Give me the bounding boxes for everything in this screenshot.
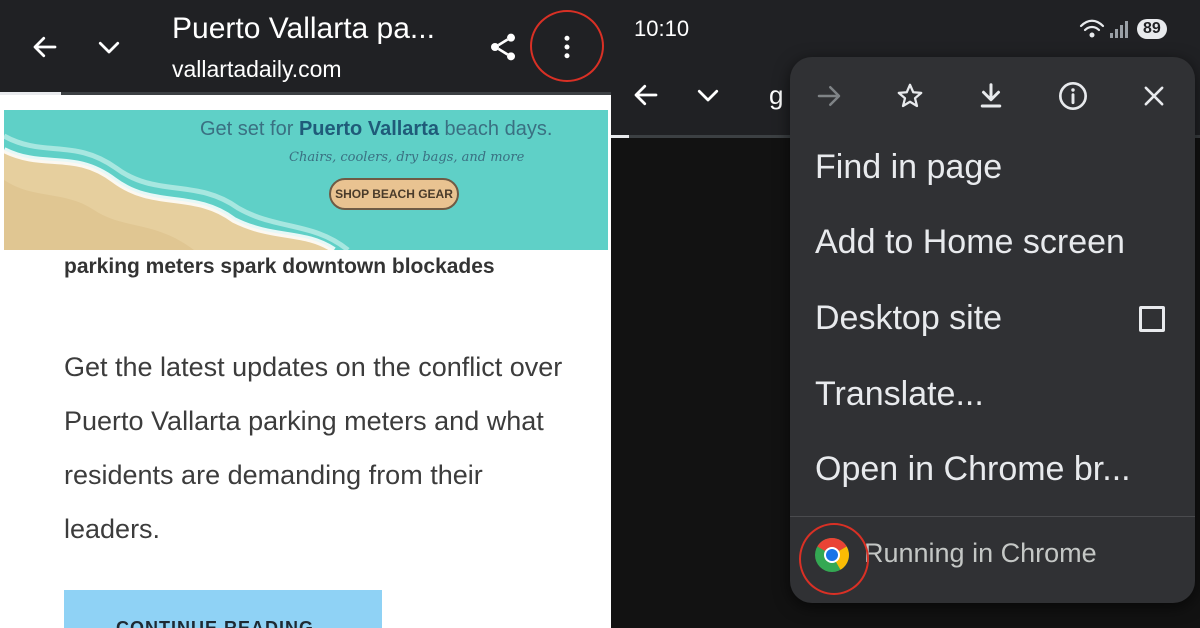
chevron-down-icon	[697, 89, 719, 102]
back-arrow-icon	[634, 84, 658, 106]
menu-item-open-in-chrome[interactable]: Open in Chrome br...	[790, 436, 1195, 510]
download-icon	[980, 83, 1002, 108]
menu-item-translate[interactable]: Translate...	[790, 361, 1195, 435]
banner-subline: Chairs, coolers, dry bags, and more	[289, 150, 525, 165]
menu-item-label: Find in page	[815, 148, 1003, 186]
progress-fill	[0, 92, 62, 95]
right-screenshot-panel: 10:10 89 g Find in page Add to Home scre…	[611, 0, 1200, 628]
forward-button[interactable]	[804, 71, 854, 121]
close-button[interactable]	[1129, 71, 1179, 121]
star-icon	[897, 83, 923, 108]
desktop-site-checkbox[interactable]	[1139, 306, 1165, 332]
continue-reading-button[interactable]: CONTINUE READING	[64, 590, 382, 628]
clock: 10:10	[634, 16, 690, 41]
share-button[interactable]	[478, 22, 528, 72]
menu-item-desktop-site[interactable]: Desktop site	[790, 285, 1195, 359]
banner-headline-prefix: Get set for	[200, 118, 299, 140]
ad-banner[interactable]: Get set for Puerto Vallarta beach days. …	[4, 110, 608, 250]
page-title: Puerto Vallarta pa...	[172, 12, 435, 45]
info-icon	[1059, 82, 1087, 110]
article-summary: Get the latest updates on the conflict o…	[64, 352, 563, 544]
menu-item-label: Translate...	[815, 375, 984, 413]
banner-headline-bold: Puerto Vallarta	[298, 118, 439, 140]
menu-icon-row	[790, 57, 1195, 133]
status-icons: 89	[1079, 16, 1167, 42]
overflow-menu: Find in page Add to Home screen Desktop …	[790, 57, 1195, 603]
menu-item-label: Desktop site	[815, 299, 1003, 337]
article-headline: parking meters spark downtown blockades	[64, 255, 495, 278]
continue-reading-label: CONTINUE READING	[116, 618, 315, 628]
back-button[interactable]	[20, 22, 70, 72]
menu-item-label: Open in Chrome br...	[815, 450, 1131, 488]
page-load-progress-bar	[0, 92, 611, 95]
forward-arrow-icon	[817, 86, 841, 106]
running-in-chrome-footer: Running in Chrome	[790, 517, 1195, 603]
highlight-circle	[530, 10, 604, 82]
banner-headline-suffix: beach days.	[439, 118, 553, 140]
menu-item-label: Add to Home screen	[815, 223, 1125, 261]
menu-item-find-in-page[interactable]: Find in page	[790, 134, 1195, 208]
menu-item-add-to-home-screen[interactable]: Add to Home screen	[790, 209, 1195, 283]
banner-headline: Get set for Puerto Vallarta beach days.	[200, 118, 552, 141]
page-url[interactable]: g	[769, 80, 783, 111]
status-bar: 10:10 89	[611, 0, 1200, 58]
download-button[interactable]	[966, 71, 1016, 121]
page-info-button[interactable]	[1048, 71, 1098, 121]
battery-indicator: 89	[1137, 19, 1167, 39]
highlight-circle	[799, 523, 869, 595]
bookmark-button[interactable]	[885, 71, 935, 121]
signal-icon	[1110, 21, 1128, 38]
chevron-down-icon	[98, 41, 120, 54]
running-in-chrome-label: Running in Chrome	[864, 538, 1097, 568]
progress-fill	[611, 135, 629, 138]
wifi-icon	[1079, 19, 1105, 38]
left-screenshot-panel: Puerto Vallarta pa... vallartadaily.com	[0, 0, 611, 628]
back-arrow-icon	[33, 36, 57, 58]
tabs-dropdown-button[interactable]	[683, 70, 733, 120]
back-button[interactable]	[621, 70, 671, 120]
tabs-dropdown-button[interactable]	[84, 22, 134, 72]
custom-tab-toolbar: Puerto Vallarta pa... vallartadaily.com	[0, 0, 611, 95]
share-icon	[491, 33, 515, 61]
page-url[interactable]: vallartadaily.com	[172, 56, 342, 83]
close-icon	[1144, 86, 1164, 106]
shop-beach-gear-button[interactable]: SHOP BEACH GEAR	[329, 178, 459, 210]
